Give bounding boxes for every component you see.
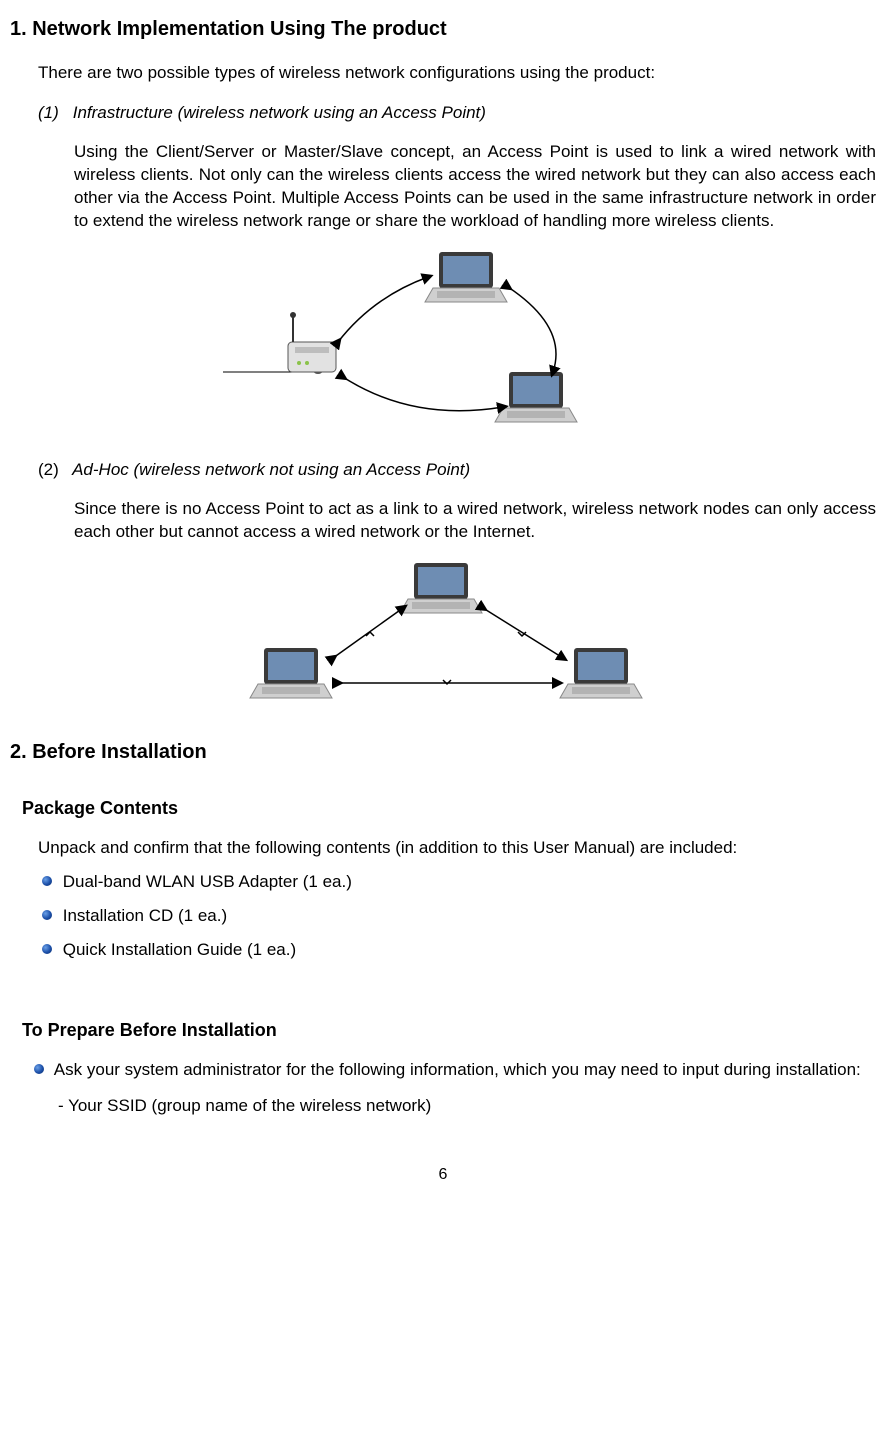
prepare-dash-1: - Your SSID (group name of the wireless … — [58, 1096, 876, 1116]
item1-title: Infrastructure (wireless network using a… — [73, 103, 486, 122]
bullet-icon — [42, 876, 52, 886]
figure-adhoc — [10, 558, 876, 723]
item2-body: Since there is no Access Point to act as… — [74, 498, 876, 544]
prepare-bullet: Ask your system administrator for the fo… — [34, 1059, 876, 1082]
laptop-icon — [250, 648, 332, 698]
package-bullet-1: Dual-band WLAN USB Adapter (1 ea.) — [42, 872, 876, 892]
bullet-icon — [42, 910, 52, 920]
adhoc-arrows — [333, 608, 563, 684]
bullet-icon — [34, 1064, 44, 1074]
section1-intro: There are two possible types of wireless… — [38, 63, 876, 83]
bullet-text: Ask your system administrator for the fo… — [54, 1060, 861, 1079]
bullet-text: Installation CD (1 ea.) — [63, 906, 227, 925]
bullet-icon — [42, 944, 52, 954]
item2-num: (2) — [38, 460, 68, 480]
package-bullet-2: Installation CD (1 ea.) — [42, 906, 876, 926]
section-heading-1: 1. Network Implementation Using The prod… — [10, 18, 876, 41]
laptop-icon — [400, 563, 482, 613]
bullet-text: Quick Installation Guide (1 ea.) — [63, 940, 296, 959]
item1-body: Using the Client/Server or Master/Slave … — [74, 141, 876, 233]
adhoc-diagram — [218, 558, 668, 718]
bullet-text: Dual-band WLAN USB Adapter (1 ea.) — [63, 872, 352, 891]
page-number: 6 — [10, 1166, 876, 1184]
package-bullet-3: Quick Installation Guide (1 ea.) — [42, 940, 876, 960]
item2-heading: (2) Ad-Hoc (wireless network not using a… — [38, 460, 876, 480]
figure-infrastructure — [10, 247, 876, 442]
laptop-icon — [495, 372, 577, 422]
item1-heading: (1) Infrastructure (wireless network usi… — [38, 103, 876, 123]
section-heading-2: 2. Before Installation — [10, 741, 876, 764]
infrastructure-diagram — [223, 247, 663, 437]
access-point-icon — [223, 312, 336, 374]
laptop-icon — [560, 648, 642, 698]
package-contents-heading: Package Contents — [22, 798, 876, 819]
laptop-icon — [425, 252, 507, 302]
prepare-heading: To Prepare Before Installation — [22, 1020, 876, 1041]
item2-title: Ad-Hoc (wireless network not using an Ac… — [72, 460, 470, 479]
item1-num: (1) — [38, 103, 68, 123]
package-intro: Unpack and confirm that the following co… — [38, 837, 876, 860]
